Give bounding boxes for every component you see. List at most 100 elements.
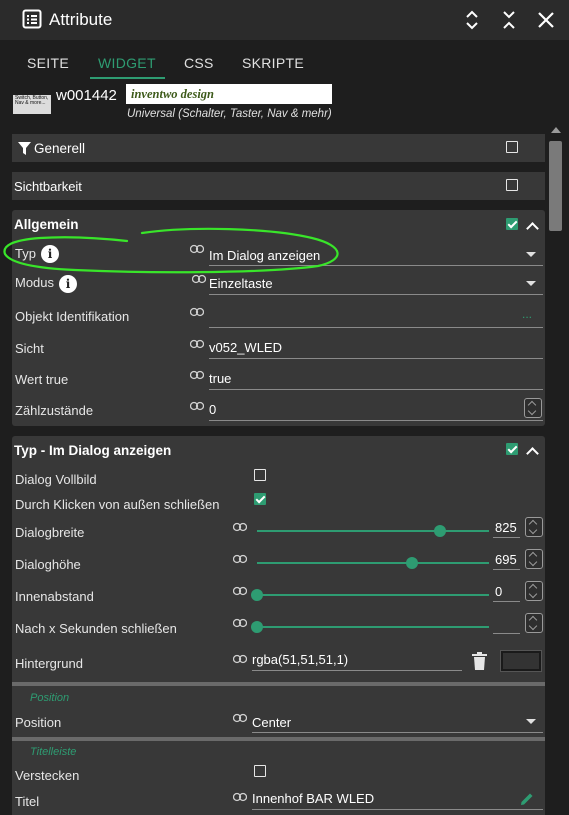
sekunden-slider-track[interactable] (257, 626, 489, 628)
link-icon[interactable] (190, 339, 204, 349)
modus-underline (209, 294, 543, 295)
window-titlebar: Attribute (0, 0, 569, 40)
section-title: Generell (34, 141, 86, 156)
hintergrund-label: Hintergrund (15, 656, 83, 671)
innenabstand-slider-track[interactable] (257, 594, 489, 596)
hoehe-stepper[interactable] (525, 549, 543, 569)
object-browse-button[interactable]: ... (522, 307, 532, 321)
wert-true-input[interactable]: true (209, 371, 231, 386)
close-icon[interactable] (535, 8, 557, 32)
position-select[interactable]: Center (252, 715, 291, 730)
tab-widget[interactable]: WIDGET (98, 55, 156, 71)
color-swatch[interactable] (500, 650, 542, 672)
verstecken-checkbox[interactable] (254, 765, 266, 777)
tab-bar: SEITE WIDGET CSS SKRIPTE (0, 40, 569, 80)
titel-input[interactable]: Innenhof BAR WLED (252, 791, 374, 806)
link-icon[interactable] (233, 522, 247, 532)
section-sichtbarkeit[interactable]: Sichtbarkeit (12, 172, 545, 200)
objekt-label: Objekt Identifikation (15, 309, 130, 324)
link-icon[interactable] (233, 554, 247, 564)
breite-input[interactable]: 825 (495, 520, 517, 535)
hoehe-input[interactable]: 695 (495, 552, 517, 567)
allgemein-checkbox[interactable] (506, 218, 518, 230)
innenabstand-underline (493, 601, 520, 602)
typ-info-icon[interactable]: i (41, 245, 59, 263)
tab-skripte[interactable]: SKRIPTE (242, 55, 304, 71)
verstecken-label: Verstecken (15, 768, 80, 783)
zaehl-label: Zählzustände (15, 403, 94, 418)
link-icon[interactable] (233, 586, 247, 596)
sekunden-slider-thumb[interactable] (251, 621, 263, 633)
wert-true-label: Wert true (15, 372, 69, 387)
widget-description: Universal (Schalter, Taster, Nav & mehr) (127, 108, 332, 120)
widget-id: w001442 (56, 87, 117, 104)
chevron-down-icon[interactable] (526, 719, 536, 724)
hoehe-underline (493, 569, 520, 570)
link-icon[interactable] (233, 792, 247, 802)
innenabstand-input[interactable]: 0 (495, 584, 502, 599)
scroll-up-icon[interactable] (551, 127, 561, 133)
objekt-underline (209, 327, 543, 328)
link-icon[interactable] (233, 654, 247, 664)
dialog-checkbox[interactable] (506, 443, 518, 455)
titelleiste-subheading: Titelleiste (30, 746, 77, 758)
typ-select[interactable]: Im Dialog anzeigen (209, 248, 320, 263)
link-icon[interactable] (190, 244, 204, 254)
klicken-label: Durch Klicken von außen schließen (15, 497, 220, 512)
link-icon[interactable] (190, 307, 204, 317)
breite-slider-track[interactable] (257, 530, 489, 532)
zaehl-underline (209, 420, 543, 421)
sicht-underline (209, 358, 543, 359)
widget-thumbnail: Switch, Button, Nav & more... (13, 95, 51, 114)
titel-underline (252, 809, 543, 810)
section-generell[interactable]: Generell (12, 134, 545, 162)
section-title: Sichtbarkeit (14, 179, 82, 194)
objekt-input[interactable] (209, 309, 509, 325)
innenabstand-stepper[interactable] (525, 581, 543, 601)
edit-pencil-icon[interactable] (520, 792, 534, 806)
link-icon[interactable] (190, 370, 204, 380)
link-icon[interactable] (233, 713, 247, 723)
trash-icon[interactable] (472, 652, 487, 670)
scrollbar[interactable] (548, 127, 564, 815)
section-title-dialog: Typ - Im Dialog anzeigen (14, 443, 172, 458)
divider (12, 737, 545, 741)
chevron-down-icon[interactable] (526, 252, 536, 257)
sekunden-input[interactable] (495, 616, 519, 632)
sichtbarkeit-checkbox[interactable] (506, 179, 518, 191)
vollbild-checkbox[interactable] (254, 469, 266, 481)
chevron-down-icon[interactable] (526, 281, 536, 286)
properties-list-icon (22, 9, 42, 29)
scrollbar-thumb[interactable] (549, 141, 562, 231)
link-icon[interactable] (192, 274, 206, 284)
modus-select[interactable]: Einzeltaste (209, 276, 273, 291)
filter-icon (18, 142, 31, 155)
klicken-checkbox[interactable] (254, 493, 266, 505)
generell-checkbox[interactable] (506, 141, 518, 153)
hoehe-slider-track[interactable] (257, 562, 489, 564)
zaehl-stepper[interactable] (524, 398, 542, 418)
tab-widget-underline (90, 77, 165, 79)
hoehe-label: Dialoghöhe (15, 557, 81, 572)
sekunden-underline (493, 633, 520, 634)
tab-seite[interactable]: SEITE (27, 55, 69, 71)
section-title-allgemein: Allgemein (14, 217, 79, 232)
titel-label: Titel (15, 794, 40, 809)
innenabstand-slider-thumb[interactable] (251, 589, 263, 601)
wert-true-underline (209, 389, 543, 390)
widget-name-badge: inventwo design (126, 84, 332, 104)
hintergrund-input[interactable]: rgba(51,51,51,1) (252, 652, 348, 667)
collapse-all-icon[interactable] (498, 8, 520, 32)
tab-css[interactable]: CSS (184, 55, 214, 71)
breite-stepper[interactable] (525, 517, 543, 537)
breite-underline (493, 537, 520, 538)
zaehl-input[interactable]: 0 (209, 402, 216, 417)
sekunden-label: Nach x Sekunden schließen (15, 621, 177, 636)
sekunden-stepper[interactable] (525, 613, 543, 633)
modus-info-icon[interactable]: i (59, 275, 77, 293)
expand-all-icon[interactable] (461, 8, 483, 32)
sicht-input[interactable]: v052_WLED (209, 340, 282, 355)
link-icon[interactable] (233, 618, 247, 628)
divider (12, 682, 545, 686)
link-icon[interactable] (190, 401, 204, 411)
